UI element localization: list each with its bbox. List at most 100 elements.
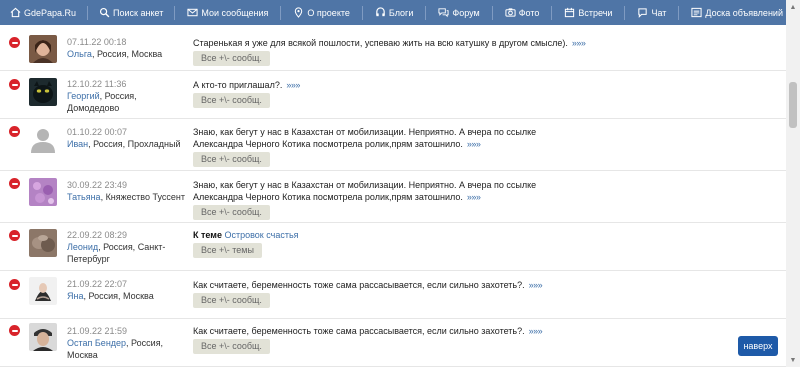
message: К теме Островок счастья Все +\- темы: [193, 229, 588, 258]
nav-blogs[interactable]: Блоги: [375, 0, 413, 25]
avatar[interactable]: [29, 277, 57, 305]
read-more-link[interactable]: »»»: [529, 326, 543, 336]
user-meta: 30.09.22 23:49 Татьяна, Княжество Туссен…: [67, 179, 187, 203]
nav-meetings[interactable]: Встречи: [564, 0, 612, 25]
user-location: , Россия, Москва: [83, 291, 154, 301]
read-more-link[interactable]: »»»: [529, 280, 543, 290]
nav-board[interactable]: Доска объявлений: [691, 0, 783, 25]
blog-icon: [375, 7, 386, 18]
nav-divider: [87, 5, 89, 20]
scroll-up-arrow-icon[interactable]: ▲: [786, 0, 800, 14]
search-icon: [99, 7, 110, 18]
nav-label: Форум: [452, 7, 480, 18]
user-meta: 21.09.22 21:59 Остап Бендер, Россия, Мос…: [67, 325, 187, 361]
post-date: 12.10.22 11:36: [67, 79, 127, 89]
nav-label: GdePapa.Ru: [24, 7, 77, 18]
user-name-link[interactable]: Георгий: [67, 91, 100, 101]
user-location: , Княжество Туссент: [100, 192, 185, 202]
read-more-link[interactable]: »»»: [286, 80, 300, 90]
post-date: 21.09.22 22:07: [67, 279, 128, 289]
theme-link[interactable]: Островок счастья: [224, 230, 298, 240]
all-messages-button[interactable]: Все +\- сообщ.: [193, 152, 270, 167]
message-text: Знаю, как бегут у нас в Казахстан от моб…: [193, 127, 537, 149]
board-icon: [691, 7, 702, 18]
message: Как считаете, беременность тоже сама рас…: [193, 279, 588, 308]
post-date: 30.09.22 23:49: [67, 180, 128, 190]
avatar[interactable]: [29, 78, 57, 106]
user-name-link[interactable]: Леонид: [67, 242, 98, 252]
nav-divider: [551, 5, 553, 20]
avatar[interactable]: [29, 178, 57, 206]
calendar-icon: [564, 7, 575, 18]
avatar[interactable]: [29, 323, 57, 351]
delete-icon[interactable]: [9, 126, 20, 137]
read-more-link[interactable]: »»»: [467, 139, 481, 149]
nav-label: Чат: [651, 7, 667, 18]
delete-icon[interactable]: [9, 37, 20, 48]
post-date: 21.09.22 21:59: [67, 326, 128, 336]
nav-divider: [491, 5, 493, 20]
home-icon: [10, 7, 21, 18]
nav-messages[interactable]: Мои сообщения: [187, 0, 268, 25]
nav-label: Встречи: [578, 7, 613, 18]
user-name-link[interactable]: Остап Бендер: [67, 338, 126, 348]
delete-icon[interactable]: [9, 325, 20, 336]
nav-chat[interactable]: Чат: [637, 0, 666, 25]
nav-forum[interactable]: Форум: [438, 0, 480, 25]
chat-icon: [637, 7, 648, 18]
all-messages-button[interactable]: Все +\- сообщ.: [193, 93, 270, 108]
message: Как считаете, беременность тоже сама рас…: [193, 325, 588, 354]
message-text: Как считаете, беременность тоже сама рас…: [193, 326, 525, 336]
nav-photo[interactable]: Фото: [505, 0, 540, 25]
camera-icon: [505, 7, 516, 18]
scroll-down-arrow-icon[interactable]: ▼: [786, 353, 800, 367]
all-messages-button[interactable]: Все +\- сообщ.: [193, 51, 270, 66]
message: А кто-то приглашал?.»»» Все +\- сообщ.: [193, 79, 588, 108]
user-name-link[interactable]: Ольга: [67, 49, 92, 59]
message: Знаю, как бегут у нас в Казахстан от моб…: [193, 179, 588, 220]
nav-divider: [174, 5, 176, 20]
read-more-link[interactable]: »»»: [572, 38, 586, 48]
message-text: А кто-то приглашал?.: [193, 80, 283, 90]
feed-row: 30.09.22 23:49 Татьяна, Княжество Туссен…: [0, 171, 786, 223]
post-date: 07.11.22 00:18: [67, 37, 127, 47]
feed-row: 01.10.22 00:07 Иван, Россия, Прохладный …: [0, 119, 786, 171]
delete-icon[interactable]: [9, 178, 20, 189]
vertical-scrollbar[interactable]: ▲ ▼: [786, 0, 800, 367]
feed-row: 21.09.22 22:07 Яна, Россия, Москва Как с…: [0, 271, 786, 319]
message-text: Знаю, как бегут у нас в Казахстан от моб…: [193, 180, 537, 202]
avatar[interactable]: [29, 35, 57, 63]
all-messages-button[interactable]: Все +\- сообщ.: [193, 205, 270, 220]
message: Знаю, как бегут у нас в Казахстан от моб…: [193, 126, 588, 167]
avatar[interactable]: [29, 229, 57, 257]
user-name-link[interactable]: Татьяна: [67, 192, 101, 202]
avatar[interactable]: [29, 125, 57, 153]
read-more-link[interactable]: »»»: [467, 192, 481, 202]
user-name-link[interactable]: Яна: [67, 291, 83, 301]
activity-feed: 07.11.22 00:18 Ольга, Россия, Москва Ста…: [0, 25, 786, 367]
message-text: Как считаете, беременность тоже сама рас…: [193, 280, 525, 290]
user-name-link[interactable]: Иван: [67, 139, 88, 149]
all-topics-button[interactable]: Все +\- темы: [193, 243, 262, 258]
all-messages-button[interactable]: Все +\- сообщ.: [193, 339, 270, 354]
nav-label: Доска объявлений: [705, 7, 783, 18]
nav-home[interactable]: GdePapa.Ru: [10, 0, 76, 25]
user-location: , Россия, Прохладный: [88, 139, 181, 149]
user-meta: 12.10.22 11:36 Георгий, Россия, Домодедо…: [67, 78, 187, 114]
nav-label: Фото: [518, 7, 540, 18]
delete-icon[interactable]: [9, 279, 20, 290]
user-meta: 01.10.22 00:07 Иван, Россия, Прохладный: [67, 126, 187, 150]
user-meta: 21.09.22 22:07 Яна, Россия, Москва: [67, 278, 187, 302]
scrollbar-thumb[interactable]: [789, 82, 797, 128]
delete-icon[interactable]: [9, 230, 20, 241]
feed-row: 21.09.22 21:59 Остап Бендер, Россия, Мос…: [0, 319, 786, 367]
nav-search[interactable]: Поиск анкет: [99, 0, 163, 25]
nav-divider: [361, 5, 363, 20]
all-messages-button[interactable]: Все +\- сообщ.: [193, 293, 270, 308]
nav-label: О проекте: [307, 7, 350, 18]
nav-about[interactable]: О проекте: [293, 0, 350, 25]
scroll-to-top-button[interactable]: наверх: [738, 336, 778, 356]
nav-divider: [624, 5, 626, 20]
delete-icon[interactable]: [9, 79, 20, 90]
feed-row: 12.10.22 11:36 Георгий, Россия, Домодедо…: [0, 71, 786, 119]
